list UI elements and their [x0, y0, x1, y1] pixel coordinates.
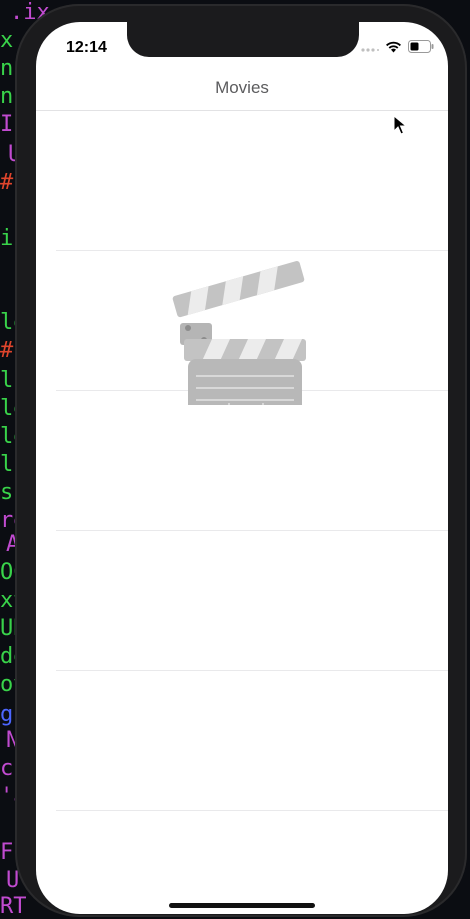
nav-title: Movies	[215, 78, 269, 97]
wifi-icon	[386, 41, 401, 52]
signal-icon	[361, 47, 379, 52]
battery-icon	[408, 40, 434, 53]
list-item[interactable]	[56, 391, 448, 531]
list-item[interactable]	[56, 111, 448, 251]
mouse-cursor-icon	[393, 115, 407, 135]
list-item[interactable]	[56, 811, 448, 914]
movie-list[interactable]	[36, 111, 448, 914]
navigation-bar: Movies	[36, 66, 448, 111]
app-screen: 12:14 Movies	[36, 22, 448, 914]
status-time: 12:14	[66, 39, 107, 56]
clapperboard-icon	[170, 255, 318, 417]
device-notch	[127, 22, 359, 57]
list-item[interactable]	[56, 531, 448, 671]
status-icons	[361, 40, 434, 53]
list-item[interactable]	[56, 671, 448, 811]
home-indicator[interactable]	[169, 903, 315, 908]
